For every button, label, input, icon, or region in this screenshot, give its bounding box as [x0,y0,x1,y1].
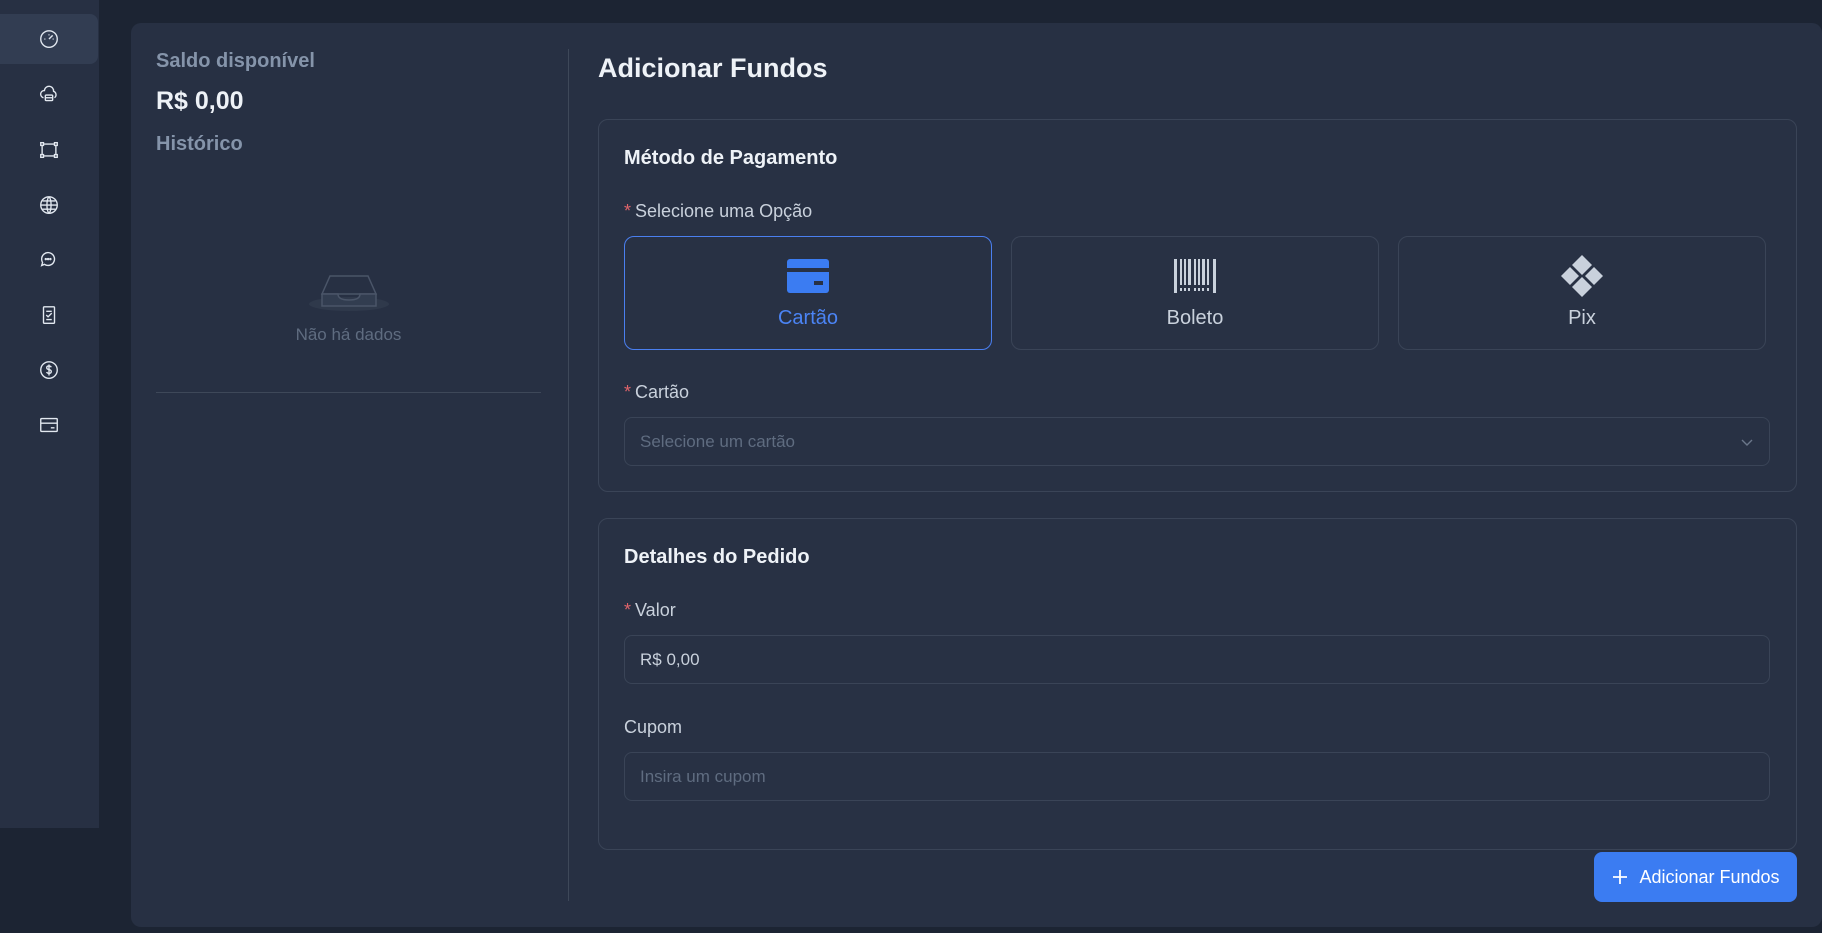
sidebar-item-invoices[interactable] [0,290,98,340]
sidebar-item-nodes[interactable] [0,125,98,175]
credit-card-icon [40,417,58,433]
card-select-placeholder: Selecione um cartão [640,431,795,451]
payment-option-pix-label: Pix [1568,307,1596,329]
balance-label: Saldo disponível [156,50,315,72]
sidebar-item-dashboard[interactable] [0,14,98,64]
empty-text: Não há dados [295,325,402,344]
empty-state: Não há dados [156,260,541,345]
payment-option-label: * Selecione uma Opção [624,201,812,222]
history-divider [156,392,541,393]
card-select[interactable]: Selecione um cartão [624,417,1770,466]
balance-section: Saldo disponível R$ 0,00 Histórico Não h… [156,50,541,344]
dashboard-icon [40,30,58,48]
main-content: Saldo disponível R$ 0,00 Histórico Não h… [131,23,1822,927]
required-marker: * [624,201,632,221]
order-details-title: Detalhes do Pedido [624,546,810,568]
plus-icon [1613,870,1628,884]
value-input[interactable]: R$ 0,00 [624,635,1770,684]
sidebar-item-billing[interactable] [0,345,98,395]
sidebar [0,0,99,828]
card-label: * Cartão [624,382,689,403]
value-input-text: R$ 0,00 [640,649,700,669]
add-funds-button-label: Adicionar Fundos [1639,866,1780,887]
sidebar-item-servers[interactable] [0,70,98,120]
coupon-input-placeholder: Insira um cupom [640,766,766,786]
cloud-server-icon [39,85,57,102]
dollar-icon [40,361,58,379]
sidebar-item-domains[interactable] [0,180,98,230]
order-details-panel: Detalhes do Pedido * Valor R$ 0,00 Cupom … [598,518,1797,850]
payment-option-boleto-label: Boleto [1166,307,1224,329]
credit-card-icon [787,259,829,293]
payment-method-title: Método de Pagamento [624,147,838,169]
sidebar-item-support[interactable] [0,235,98,285]
coupon-label: Cupom [624,717,683,737]
payment-option-boleto[interactable]: Boleto [1011,236,1379,350]
payment-option-pix[interactable]: Pix [1398,236,1766,350]
inbox-icon [308,275,389,311]
payment-option-card[interactable]: Cartão [624,236,992,350]
globe-icon [40,196,58,214]
card-label-text: Cartão [635,382,690,402]
sidebar-item-payments[interactable] [0,400,98,450]
balance-value: R$ 0,00 [156,87,244,115]
required-marker: * [624,382,632,402]
payment-method-panel: Método de Pagamento * Selecione uma Opção… [598,119,1797,492]
history-label: Histórico [156,133,243,155]
chevron-down-icon [1741,439,1753,446]
required-marker: * [624,600,632,620]
page-title: Adicionar Fundos [598,53,828,83]
coupon-input[interactable]: Insira um cupom [624,752,1770,801]
payment-option-label-text: Selecione uma Opção [635,201,813,221]
payment-option-card-label: Cartão [777,307,839,329]
add-funds-button[interactable]: Adicionar Fundos [1594,852,1797,902]
barcode-icon [1174,259,1216,293]
chat-icon [40,251,56,267]
value-label-text: Valor [635,600,676,620]
column-divider [568,49,569,901]
pix-icon [1561,255,1603,297]
nodes-icon [40,141,58,159]
invoice-icon [42,306,56,324]
value-label: * Valor [624,600,676,621]
